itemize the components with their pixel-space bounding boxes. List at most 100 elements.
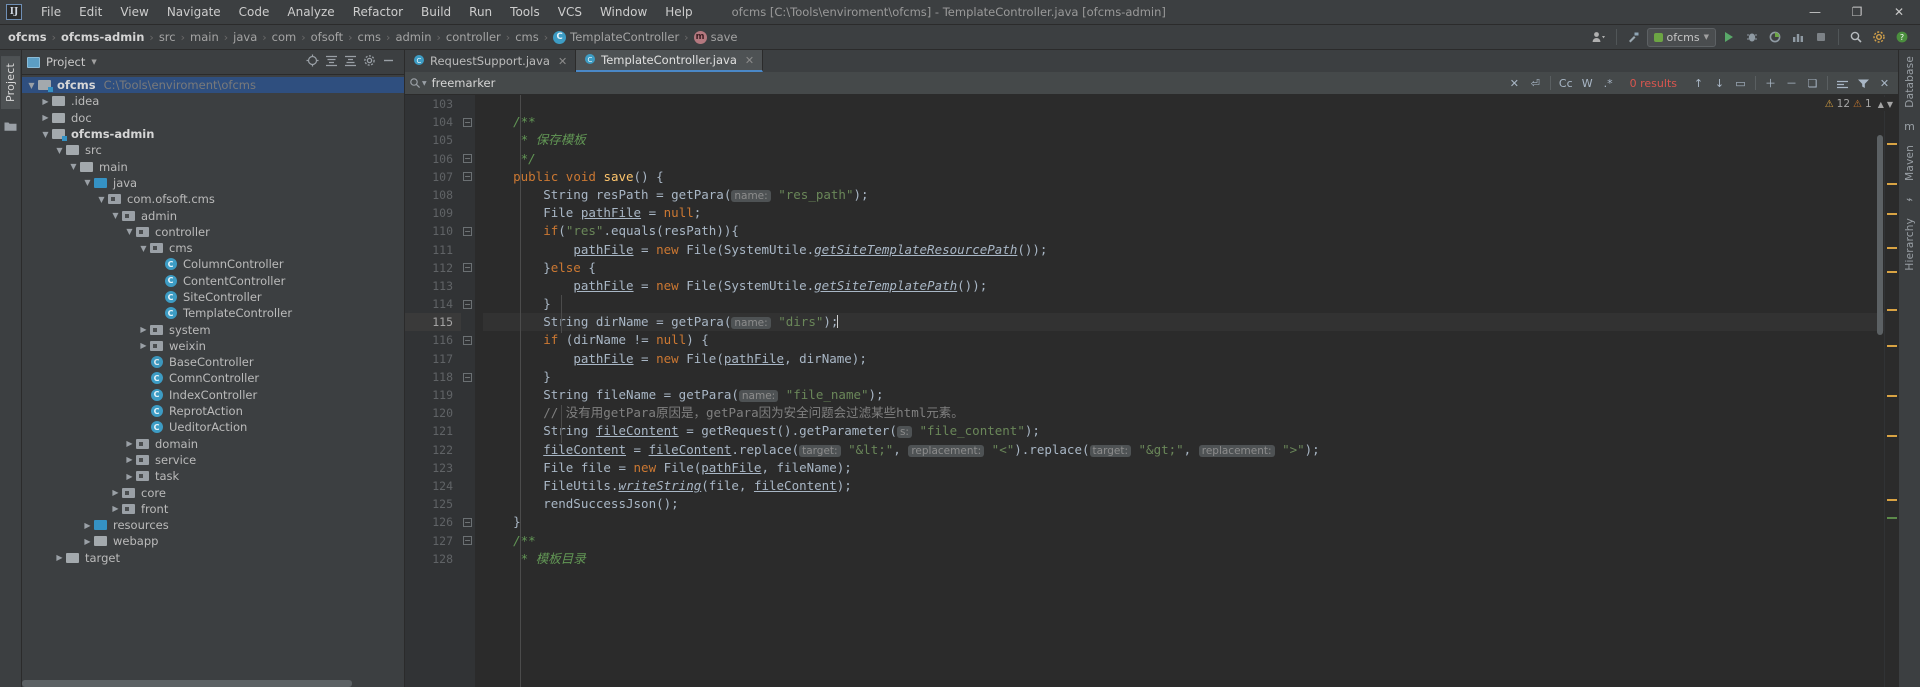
copy-icon[interactable]: ❏ (1803, 74, 1822, 93)
tree-node-webapp[interactable]: ▶ webapp (22, 533, 404, 549)
expand-all-icon[interactable] (344, 55, 357, 70)
error-stripe-marker-bar[interactable] (1884, 95, 1898, 687)
fold-end-icon[interactable]: − (463, 263, 472, 273)
code-line[interactable]: public void save() { (483, 168, 1884, 186)
add-line-icon[interactable]: ＋ (1761, 74, 1780, 93)
chevron-down-icon[interactable]: ▼ (96, 195, 107, 204)
tool-window-database-tab[interactable]: Database (1904, 56, 1916, 108)
breadcrumb-item-ofcms-admin[interactable]: ofcms-admin (61, 30, 144, 44)
tree-node-admin[interactable]: ▼ admin (22, 207, 404, 223)
code-line[interactable]: pathFile = new File(SystemUtile.getSiteT… (483, 277, 1884, 295)
line-number[interactable]: 116 (405, 331, 461, 349)
line-number[interactable]: 127 (405, 532, 461, 550)
line-number[interactable]: 106 (405, 150, 461, 168)
breadcrumb-item-cms[interactable]: cms (358, 30, 382, 44)
line-number[interactable]: 119 (405, 386, 461, 404)
filter-icon[interactable] (1854, 74, 1873, 93)
select-all-occurrences-icon[interactable]: ▭ (1731, 74, 1750, 93)
code-line[interactable]: */ (483, 150, 1884, 168)
menu-refactor[interactable]: Refactor (344, 2, 412, 22)
line-number[interactable]: 115 (405, 313, 461, 332)
fold-collapse-icon[interactable]: − (463, 172, 472, 182)
code-line[interactable]: String fileName = getPara(name: "file_na… (483, 386, 1884, 404)
code-line[interactable]: String fileContent = getRequest().getPar… (483, 422, 1884, 440)
fold-collapse-icon[interactable]: − (463, 117, 472, 127)
chevron-down-icon[interactable]: ▼ (26, 81, 37, 90)
tree-node-weixin[interactable]: ▶ weixin (22, 338, 404, 354)
tree-node-cms[interactable]: ▼ cms (22, 240, 404, 256)
stripe-warning-marker[interactable] (1887, 395, 1897, 397)
fold-collapse-icon[interactable]: − (463, 226, 472, 236)
preserve-case-icon[interactable] (1833, 74, 1852, 93)
regex-icon[interactable]: .* (1599, 74, 1618, 93)
code-text[interactable]: /** * 保存模板 */ public void save() { Strin… (475, 95, 1884, 687)
line-number[interactable]: 108 (405, 186, 461, 204)
inspection-widget[interactable]: ⚠ 12 ⚠ 1 ▲ ▼ (1821, 97, 1896, 111)
structure-folder-icon[interactable] (4, 121, 17, 135)
close-icon[interactable]: ✕ (558, 55, 567, 68)
remove-line-icon[interactable]: － (1782, 74, 1801, 93)
stripe-warning-marker[interactable] (1887, 183, 1897, 185)
stripe-warning-marker[interactable] (1887, 499, 1897, 501)
chevron-right-icon[interactable]: ▶ (82, 537, 93, 546)
scrollbar-thumb[interactable] (1877, 135, 1883, 335)
tree-node-target[interactable]: ▶ target (22, 550, 404, 566)
settings-icon[interactable] (363, 54, 376, 70)
fold-collapse-icon[interactable]: − (463, 536, 472, 546)
breadcrumb-item-main[interactable]: main (190, 30, 219, 44)
line-number[interactable]: 123 (405, 459, 461, 477)
stripe-warning-marker[interactable] (1887, 143, 1897, 145)
editor-vertical-scrollbar[interactable] (1877, 95, 1883, 687)
code-line[interactable]: pathFile = new File(pathFile, dirName); (483, 350, 1884, 368)
tree-node--idea[interactable]: ▶ .idea (22, 93, 404, 109)
tree-node-java[interactable]: ▼ java (22, 175, 404, 191)
breadcrumb-item-save[interactable]: m save (693, 30, 738, 44)
run-configuration-selector[interactable]: ofcms ▼ (1646, 27, 1716, 47)
settings-icon[interactable] (1869, 27, 1889, 47)
line-number[interactable]: 113 (405, 277, 461, 295)
menu-help[interactable]: Help (656, 2, 701, 22)
stripe-warning-marker[interactable] (1887, 247, 1897, 249)
stop-icon[interactable] (1811, 27, 1831, 47)
next-icon[interactable]: ↓ (1710, 74, 1729, 93)
tree-node-src[interactable]: ▼ src (22, 142, 404, 158)
debug-icon[interactable] (1742, 27, 1762, 47)
tree-node-ueditoraction[interactable]: ·C UeditorAction (22, 419, 404, 435)
project-tree[interactable]: ▼ ofcms C:\Tools\enviroment\ofcms ▶ .idea ▶ do… (22, 75, 404, 687)
breadcrumb-item-src[interactable]: src (159, 30, 176, 44)
breadcrumb-item-java[interactable]: java (233, 30, 257, 44)
tree-node-ofcms-admin[interactable]: ▼ ofcms-admin (22, 126, 404, 142)
code-line[interactable]: } (483, 368, 1884, 386)
stripe-change-marker[interactable] (1887, 517, 1897, 519)
menu-edit[interactable]: Edit (70, 2, 111, 22)
tool-window-maven-tab[interactable]: Maven (1904, 145, 1916, 181)
breadcrumb-item-controller[interactable]: controller (446, 30, 501, 44)
tree-node-com-ofsoft-cms[interactable]: ▼ com.ofsoft.cms (22, 191, 404, 207)
tree-node-sitecontroller[interactable]: ·C SiteController (22, 289, 404, 305)
chevron-down-icon[interactable]: ▼ (110, 211, 121, 220)
chevron-right-icon[interactable]: ▶ (40, 113, 51, 122)
tool-window-project-tab[interactable]: Project (1, 56, 20, 110)
chevron-right-icon[interactable]: ▶ (54, 553, 65, 562)
stripe-warning-marker[interactable] (1887, 213, 1897, 215)
menu-navigate[interactable]: Navigate (158, 2, 230, 22)
chevron-down-icon[interactable]: ▼ (40, 130, 51, 139)
breadcrumb-item-com[interactable]: com (272, 30, 297, 44)
stripe-warning-marker[interactable] (1887, 435, 1897, 437)
minimize-button[interactable]: — (1794, 0, 1836, 24)
line-number-gutter[interactable]: 103 104 105 106 107 108 109 110 111 112 113 114 115 1… (405, 95, 461, 687)
close-button[interactable]: ✕ (1878, 0, 1920, 24)
project-view-chevron-down-icon[interactable]: ▼ (91, 58, 96, 66)
menu-view[interactable]: View (111, 2, 157, 22)
menu-file[interactable]: File (32, 2, 70, 22)
breadcrumb-item-templatecontroller[interactable]: C TemplateController (553, 30, 679, 44)
chevron-down-icon[interactable]: ▼ (138, 244, 149, 253)
tree-node-main[interactable]: ▼ main (22, 158, 404, 174)
tree-node-task[interactable]: ▶ task (22, 468, 404, 484)
line-number[interactable]: 125 (405, 495, 461, 513)
code-line[interactable]: File file = new File(pathFile, fileName)… (483, 459, 1884, 477)
tree-node-system[interactable]: ▶ system (22, 321, 404, 337)
stripe-warning-marker[interactable] (1887, 271, 1897, 273)
find-close-toolbar-icon[interactable]: ✕ (1875, 74, 1894, 93)
code-line[interactable]: } (483, 295, 1884, 313)
